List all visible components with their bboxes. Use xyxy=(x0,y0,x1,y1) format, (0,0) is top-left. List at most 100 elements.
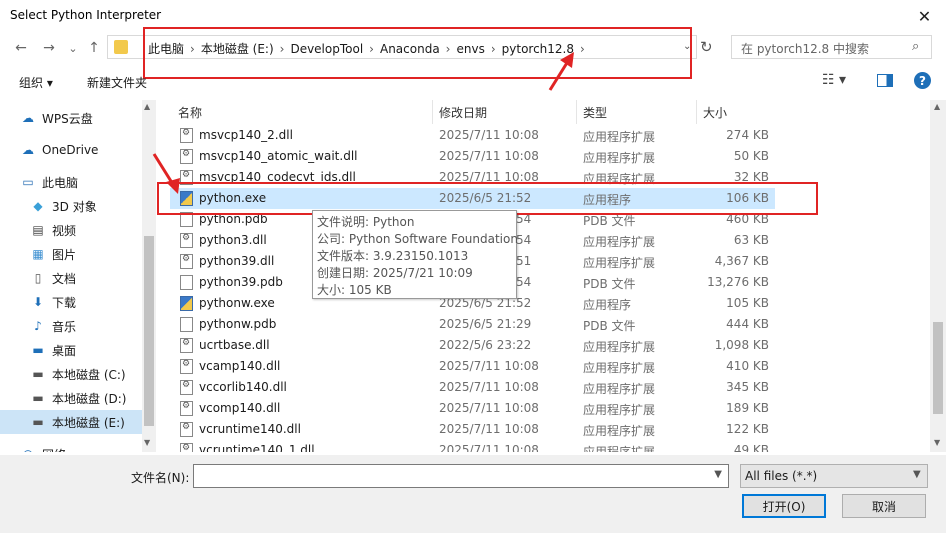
sidebar-item[interactable]: ◆ 3D 对象 xyxy=(0,194,142,218)
sidebar-item-label: 图片 xyxy=(52,247,77,262)
file-list-scroll-thumb[interactable] xyxy=(933,322,943,414)
sidebar-item[interactable]: ▬ 桌面 xyxy=(0,338,142,362)
scroll-up-icon[interactable]: ▲ xyxy=(144,102,150,111)
file-list-scrollbar[interactable]: ▲ ▼ xyxy=(930,100,946,452)
video-icon: ▤ xyxy=(32,223,44,237)
file-type: PDB 文件 xyxy=(583,277,636,291)
column-size[interactable]: 大小 xyxy=(703,104,727,121)
sidebar-item-label: 桌面 xyxy=(52,343,77,358)
search-input[interactable]: 在 pytorch12.8 中搜索 ⌕ xyxy=(731,35,932,59)
dll-file-icon xyxy=(180,128,193,143)
file-type: 应用程序扩展 xyxy=(583,361,656,375)
file-date: 2025/7/11 10:08 xyxy=(439,443,539,452)
file-type: 应用程序扩展 xyxy=(583,340,656,354)
column-name[interactable]: 名称 xyxy=(178,104,202,121)
dll-file-icon xyxy=(180,338,193,353)
file-row[interactable]: vccorlib140.dll 2025/7/11 10:08 应用程序扩展 345 … xyxy=(170,377,775,398)
sidebar-item[interactable]: ▬ 本地磁盘 (C:) xyxy=(0,362,142,386)
column-date[interactable]: 修改日期 xyxy=(439,104,487,121)
scroll-down-icon[interactable]: ▼ xyxy=(934,438,940,447)
sidebar-item[interactable]: ▯ 文档 xyxy=(0,266,142,290)
picture-icon: ▦ xyxy=(32,247,44,261)
dll-file-icon xyxy=(180,233,193,248)
sidebar-item[interactable]: ☁ WPS云盘 xyxy=(0,106,142,130)
file-date: 2025/7/11 10:08 xyxy=(439,359,539,373)
tooltip-description: 文件说明: Python xyxy=(317,215,415,229)
file-row[interactable]: pythonw.pdb 2025/6/5 21:29 PDB 文件 444 KB xyxy=(170,314,775,335)
file-date: 2025/6/5 21:29 xyxy=(439,317,532,331)
file-type-filter[interactable]: All files (*.*) ▼ xyxy=(740,464,928,488)
file-name: msvcp140_atomic_wait.dll xyxy=(199,149,358,163)
close-icon[interactable]: ✕ xyxy=(903,0,946,32)
file-row[interactable]: vcruntime140_1.dll 2025/7/11 10:08 应用程序扩展 4… xyxy=(170,440,775,452)
file-name: vcruntime140_1.dll xyxy=(199,443,315,452)
column-divider[interactable] xyxy=(576,100,577,124)
sidebar-item[interactable]: ☁ OneDrive xyxy=(0,138,142,162)
onedrive-icon: ☁ xyxy=(22,143,34,157)
organize-button[interactable]: 组织 ▾ xyxy=(19,74,53,91)
file-size: 444 KB xyxy=(726,317,769,331)
file-row[interactable]: ucrtbase.dll 2022/5/6 23:22 应用程序扩展 1,098 KB xyxy=(170,335,775,356)
file-name: ucrtbase.dll xyxy=(199,338,270,352)
column-type[interactable]: 类型 xyxy=(583,104,607,121)
file-name: vcomp140.dll xyxy=(199,401,281,415)
file-row[interactable]: msvcp140_2.dll 2025/7/11 10:08 应用程序扩展 274 K… xyxy=(170,125,775,146)
sidebar-item[interactable]: ▬ 本地磁盘 (E:) xyxy=(0,410,142,434)
recent-locations-icon[interactable]: ⌄ xyxy=(63,38,83,58)
column-divider[interactable] xyxy=(432,100,433,124)
chevron-down-icon[interactable]: ▼ xyxy=(913,469,921,480)
cube-icon: ◆ xyxy=(33,199,43,213)
file-size: 345 KB xyxy=(726,380,769,394)
file-size: 122 KB xyxy=(726,422,769,436)
file-row[interactable]: vcomp140.dll 2025/7/11 10:08 应用程序扩展 189 KB xyxy=(170,398,775,419)
preview-pane-icon[interactable] xyxy=(877,74,893,87)
up-folder-icon[interactable]: ↑ xyxy=(84,38,104,58)
filename-input[interactable]: ▼ xyxy=(193,464,729,488)
filename-label: 文件名(N): xyxy=(131,471,190,485)
sidebar-item-label: 网络 xyxy=(42,446,66,453)
file-date: 2025/7/11 10:08 xyxy=(439,149,539,163)
sidebar-item[interactable]: ♪ 音乐 xyxy=(0,314,142,338)
dll-file-icon xyxy=(180,254,193,269)
sidebar-item[interactable]: ◉ 网络 xyxy=(0,442,142,452)
new-folder-button[interactable]: 新建文件夹 xyxy=(87,74,147,91)
file-type: 应用程序扩展 xyxy=(583,424,656,438)
file-name: msvcp140_2.dll xyxy=(199,128,293,142)
sidebar-item[interactable]: ▤ 视频 xyxy=(0,218,142,242)
file-size: 4,367 KB xyxy=(714,254,769,268)
help-icon[interactable]: ? xyxy=(914,72,931,89)
sidebar-item[interactable]: ⬇ 下载 xyxy=(0,290,142,314)
open-button[interactable]: 打开(O) xyxy=(742,494,826,518)
file-row[interactable]: vcamp140.dll 2025/7/11 10:08 应用程序扩展 410 KB xyxy=(170,356,775,377)
dll-file-icon xyxy=(180,422,193,437)
sidebar-item-label: 视频 xyxy=(52,223,77,238)
file-row[interactable]: vcruntime140.dll 2025/7/11 10:08 应用程序扩展 122… xyxy=(170,419,775,440)
file-type: 应用程序 xyxy=(583,298,632,312)
file-type: PDB 文件 xyxy=(583,319,636,333)
sidebar-scroll-thumb[interactable] xyxy=(144,236,154,426)
file-type: 应用程序扩展 xyxy=(583,256,656,270)
forward-icon[interactable]: → xyxy=(39,38,59,58)
sidebar-item-label: 本地磁盘 (D:) xyxy=(52,391,127,406)
scroll-up-icon[interactable]: ▲ xyxy=(934,102,940,111)
back-icon[interactable]: ← xyxy=(11,38,31,58)
refresh-icon[interactable]: ↻ xyxy=(700,38,713,56)
chevron-down-icon[interactable]: ▼ xyxy=(714,469,722,480)
drive-icon: ▬ xyxy=(32,391,44,405)
file-type-filter-value: All files (*.*) xyxy=(745,469,818,483)
sidebar-item[interactable]: ▭ 此电脑 xyxy=(0,170,142,194)
sidebar-item[interactable]: ▬ 本地磁盘 (D:) xyxy=(0,386,142,410)
column-divider[interactable] xyxy=(696,100,697,124)
sidebar-item[interactable]: ▦ 图片 xyxy=(0,242,142,266)
tooltip-size: 大小: 105 KB xyxy=(317,283,392,297)
music-icon: ♪ xyxy=(34,319,42,333)
cancel-button[interactable]: 取消 xyxy=(842,494,926,518)
search-icon[interactable]: ⌕ xyxy=(912,39,919,54)
scroll-down-icon[interactable]: ▼ xyxy=(144,438,150,447)
file-size: 189 KB xyxy=(726,401,769,415)
view-options-icon[interactable]: ☷ ▾ xyxy=(822,72,846,88)
tooltip-company: 公司: Python Software Foundation xyxy=(317,232,518,246)
file-row[interactable]: msvcp140_atomic_wait.dll 2025/7/11 10:08 应… xyxy=(170,146,775,167)
sidebar-item-label: 音乐 xyxy=(52,319,77,334)
sidebar-item-label: 此电脑 xyxy=(42,175,79,190)
